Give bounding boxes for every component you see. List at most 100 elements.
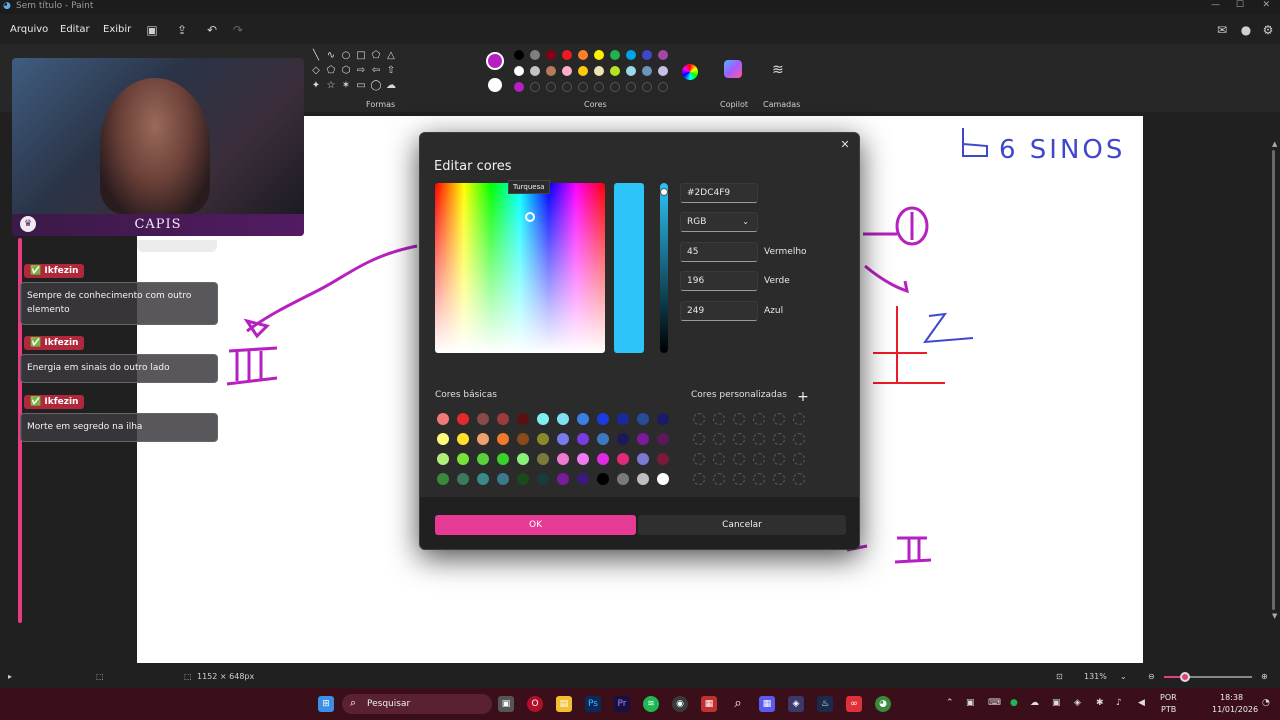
palette-swatch[interactable] <box>626 66 636 76</box>
basic-color-swatch[interactable] <box>537 473 549 485</box>
basic-color-swatch[interactable] <box>577 453 589 465</box>
custom-color-slot[interactable] <box>713 453 725 465</box>
basic-color-swatch[interactable] <box>437 413 449 425</box>
custom-color-slot[interactable] <box>753 453 765 465</box>
taskbar-search[interactable]: ⌕ Pesquisar <box>342 694 492 714</box>
menu-arquivo[interactable]: Arquivo <box>10 24 48 35</box>
basic-color-swatch[interactable] <box>537 413 549 425</box>
basic-color-swatch[interactable] <box>477 433 489 445</box>
basic-color-swatch[interactable] <box>517 473 529 485</box>
file-explorer-icon[interactable]: ▤ <box>556 696 572 712</box>
basic-color-swatch[interactable] <box>537 453 549 465</box>
primary-color-swatch[interactable] <box>486 52 504 70</box>
redo-icon[interactable]: ↷ <box>230 22 246 38</box>
custom-color-slot[interactable] <box>753 433 765 445</box>
zoom-slider-thumb[interactable] <box>1180 672 1190 682</box>
language-bottom[interactable]: PTB <box>1161 705 1176 714</box>
star4-shape-icon[interactable]: ✦ <box>310 80 322 92</box>
clock-date[interactable]: 11/01/2026 <box>1212 705 1258 714</box>
custom-color-slot[interactable] <box>733 473 745 485</box>
blue-input[interactable]: 249 <box>680 301 758 321</box>
zoom-out-icon[interactable]: ⊖ <box>1148 672 1155 681</box>
basic-color-swatch[interactable] <box>517 413 529 425</box>
custom-color-slot[interactable] <box>773 433 785 445</box>
app-shield-icon[interactable]: ◈ <box>788 696 804 712</box>
custom-color-slot[interactable] <box>693 473 705 485</box>
spotify-icon[interactable]: ≋ <box>643 696 659 712</box>
custom-color-slot[interactable] <box>713 433 725 445</box>
notifications-icon[interactable]: ◔ <box>1262 698 1270 708</box>
palette-swatch[interactable] <box>626 50 636 60</box>
zoom-in-icon[interactable]: ⊕ <box>1261 672 1268 681</box>
paint-app-icon[interactable]: ◕ <box>875 696 891 712</box>
palette-empty-slot[interactable] <box>562 82 572 92</box>
red-input[interactable]: 45 <box>680 242 758 262</box>
tray-app-icon[interactable]: ▣ <box>966 698 975 708</box>
layers-icon[interactable]: ≋ <box>772 62 784 78</box>
steam-icon[interactable]: ♨ <box>817 696 833 712</box>
color-spectrum[interactable] <box>435 183 605 353</box>
basic-color-swatch[interactable] <box>437 453 449 465</box>
basic-color-swatch[interactable] <box>537 433 549 445</box>
ok-button[interactable]: OK <box>435 515 636 535</box>
cancel-button[interactable]: Cancelar <box>638 515 846 535</box>
magnifier-icon[interactable]: ⌕ <box>730 696 746 712</box>
fit-screen-icon[interactable]: ⊡ <box>1056 672 1063 681</box>
tray-app2-icon[interactable]: ▣ <box>1052 698 1061 708</box>
basic-color-swatch[interactable] <box>637 413 649 425</box>
custom-color-slot[interactable] <box>773 473 785 485</box>
polygon-shape-icon[interactable]: ⬠ <box>370 50 382 62</box>
basic-color-swatch[interactable] <box>577 413 589 425</box>
basic-color-swatch[interactable] <box>657 453 669 465</box>
vertical-scrollbar[interactable] <box>1272 150 1275 610</box>
palette-empty-slot[interactable] <box>610 82 620 92</box>
basic-color-swatch[interactable] <box>497 453 509 465</box>
custom-color-slot[interactable] <box>793 413 805 425</box>
custom-color-slot[interactable] <box>793 433 805 445</box>
basic-color-swatch[interactable] <box>477 413 489 425</box>
custom-color-slot[interactable] <box>753 473 765 485</box>
scroll-up-icon[interactable]: ▲ <box>1272 140 1277 148</box>
zoom-dropdown-icon[interactable]: ⌄ <box>1120 672 1127 681</box>
custom-color-slot[interactable] <box>693 433 705 445</box>
color-mode-select[interactable]: RGB ⌄ <box>680 212 758 232</box>
dialog-close-icon[interactable]: ✕ <box>837 137 853 153</box>
palette-swatch[interactable] <box>514 66 524 76</box>
right-arrow-shape-icon[interactable]: ⇨ <box>355 65 367 77</box>
zoom-value[interactable]: 131% <box>1084 672 1107 681</box>
opera-icon[interactable]: O <box>527 696 543 712</box>
callout-shape-icon[interactable]: ▭ <box>355 80 367 92</box>
minimize-button[interactable]: — <box>1211 0 1220 10</box>
palette-swatch[interactable] <box>594 66 604 76</box>
palette-empty-slot[interactable] <box>546 82 556 92</box>
palette-swatch[interactable] <box>578 66 588 76</box>
palette-swatch[interactable] <box>514 50 524 60</box>
streaming-app-icon[interactable]: ∞ <box>846 696 862 712</box>
basic-color-swatch[interactable] <box>597 413 609 425</box>
palette-swatch[interactable] <box>514 82 524 92</box>
custom-color-slot[interactable] <box>733 433 745 445</box>
palette-swatch[interactable] <box>546 66 556 76</box>
scroll-down-icon[interactable]: ▼ <box>1272 612 1277 620</box>
basic-color-swatch[interactable] <box>657 433 669 445</box>
basic-color-swatch[interactable] <box>457 453 469 465</box>
basic-color-swatch[interactable] <box>437 473 449 485</box>
save-icon[interactable]: ▣ <box>144 22 160 38</box>
clock-time[interactable]: 18:38 <box>1220 693 1243 702</box>
microphone-icon[interactable]: ♪ <box>1116 698 1122 708</box>
basic-color-swatch[interactable] <box>557 413 569 425</box>
up-arrow-shape-icon[interactable]: ⇧ <box>385 65 397 77</box>
custom-color-slot[interactable] <box>793 453 805 465</box>
custom-color-slot[interactable] <box>773 413 785 425</box>
custom-color-slot[interactable] <box>693 453 705 465</box>
language-top[interactable]: POR <box>1160 693 1177 702</box>
hexagon-shape-icon[interactable]: ⬡ <box>340 65 352 77</box>
basic-color-swatch[interactable] <box>577 473 589 485</box>
palette-empty-slot[interactable] <box>594 82 604 92</box>
palette-empty-slot[interactable] <box>530 82 540 92</box>
cloud-callout-shape-icon[interactable]: ☁ <box>385 80 397 92</box>
star5-shape-icon[interactable]: ☆ <box>325 80 337 92</box>
share-icon[interactable]: ⇪ <box>174 22 190 38</box>
basic-color-swatch[interactable] <box>617 453 629 465</box>
basic-color-swatch[interactable] <box>597 473 609 485</box>
